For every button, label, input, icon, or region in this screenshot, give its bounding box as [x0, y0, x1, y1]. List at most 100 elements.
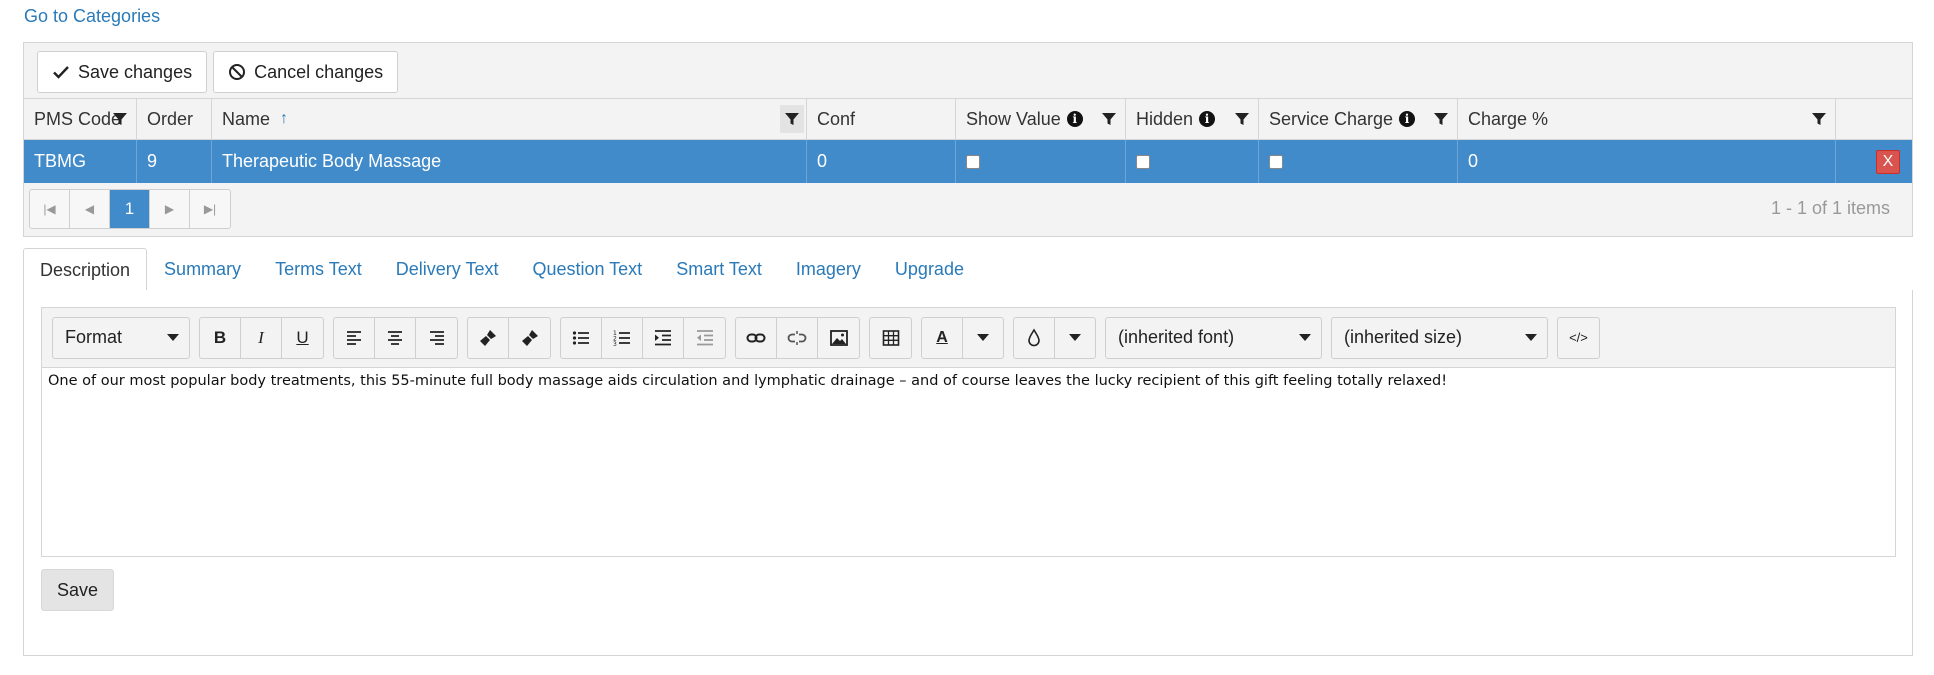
cell-name[interactable]: Therapeutic Body Massage	[212, 140, 807, 183]
column-header-conf[interactable]: Conf	[807, 99, 956, 139]
cell-charge-pct[interactable]: 0	[1458, 140, 1836, 183]
alignment-group	[333, 316, 458, 359]
font-family-dropdown[interactable]: (inherited font)	[1105, 316, 1322, 359]
font-family-label: (inherited font)	[1118, 327, 1235, 347]
column-label-hidden: Hidden	[1136, 108, 1194, 129]
tab-upgrade[interactable]: Upgrade	[878, 248, 981, 291]
description-editor[interactable]: One of our most popular body treatments,…	[41, 367, 1896, 557]
first-page-icon[interactable]: |◀	[30, 190, 70, 228]
save-button[interactable]: Save	[41, 569, 114, 611]
align-center-button[interactable]	[375, 317, 416, 358]
align-left-icon	[347, 330, 361, 345]
align-right-icon	[429, 330, 444, 345]
insert-table-button[interactable]	[870, 318, 911, 358]
font-color-dropdown[interactable]	[963, 318, 1003, 358]
list-group: 123	[560, 316, 726, 359]
delete-row-button[interactable]: X	[1876, 149, 1900, 174]
next-page-icon[interactable]: ▶	[150, 190, 190, 228]
cell-show-value	[956, 140, 1126, 183]
content-tabs: Description Summary Terms Text Delivery …	[23, 248, 1913, 292]
info-icon[interactable]: i	[1066, 111, 1083, 127]
save-changes-label: Save changes	[78, 61, 193, 82]
column-label-charge-pct: Charge %	[1468, 108, 1549, 129]
pager: |◀ ◀ 1 ▶ ▶| 1 - 1 of 1 items	[24, 183, 1912, 235]
svg-text:3: 3	[613, 341, 617, 348]
align-left-button[interactable]	[334, 317, 375, 358]
tab-description[interactable]: Description	[23, 248, 148, 292]
font-color-group: A	[921, 316, 1004, 359]
table-icon	[882, 329, 899, 346]
editor-toolbar: Format B I U 1 2 3 A (inherited font) (i…	[41, 307, 1896, 367]
font-size-dropdown[interactable]: (inherited size)	[1331, 316, 1548, 359]
prev-page-icon[interactable]: ◀	[70, 190, 110, 228]
format-dropdown[interactable]: Format	[52, 316, 190, 359]
cell-actions: X	[1836, 140, 1912, 183]
numbered-list-icon: 123	[613, 330, 630, 348]
tab-smart-text[interactable]: Smart Text	[659, 248, 779, 291]
column-header-hidden[interactable]: Hidden i	[1126, 99, 1259, 139]
hidden-checkbox[interactable]	[1136, 154, 1150, 169]
tab-delivery-text[interactable]: Delivery Text	[379, 248, 516, 291]
bulleted-list-button[interactable]	[561, 317, 602, 358]
page-number-button[interactable]: 1	[110, 190, 150, 228]
bold-button[interactable]: B	[200, 317, 241, 358]
filter-icon[interactable]	[1433, 111, 1449, 127]
format-painter-group	[467, 316, 551, 359]
column-header-order[interactable]: Order	[137, 99, 212, 139]
indent-button[interactable]	[643, 317, 684, 358]
background-color-dropdown[interactable]	[1055, 318, 1095, 358]
font-color-button[interactable]: A	[922, 317, 963, 358]
check-icon	[53, 66, 69, 79]
html-group: </>	[1557, 316, 1600, 359]
column-label-show-value: Show Value	[966, 108, 1061, 129]
table-row[interactable]: TBMG 9 Therapeutic Body Massage 0 0 X	[24, 140, 1912, 183]
copy-format-button[interactable]	[509, 318, 550, 358]
background-color-button[interactable]	[1014, 317, 1055, 358]
save-changes-button[interactable]: Save changes	[37, 51, 208, 93]
go-to-categories-link[interactable]: Go to Categories	[24, 6, 160, 27]
info-icon[interactable]: i	[1199, 111, 1216, 127]
outdent-icon	[696, 329, 713, 345]
link-group	[735, 316, 860, 359]
filter-icon[interactable]	[1811, 111, 1827, 127]
column-header-pms-code[interactable]: PMS Code	[24, 99, 137, 139]
chevron-down-icon	[167, 334, 179, 341]
cell-pms-code[interactable]: TBMG	[24, 140, 137, 183]
tab-summary[interactable]: Summary	[147, 248, 258, 291]
column-header-service-charge[interactable]: Service Charge i	[1259, 99, 1458, 139]
align-right-button[interactable]	[416, 318, 457, 358]
tab-terms-text[interactable]: Terms Text	[258, 248, 379, 291]
cell-order[interactable]: 9	[137, 140, 212, 183]
tab-question-text[interactable]: Question Text	[515, 248, 659, 291]
last-page-icon[interactable]: ▶|	[190, 190, 230, 228]
pager-info: 1 - 1 of 1 items	[1770, 198, 1890, 218]
column-header-show-value[interactable]: Show Value i	[956, 99, 1126, 139]
underline-button[interactable]: U	[282, 318, 323, 358]
show-value-checkbox[interactable]	[966, 154, 980, 169]
text-style-group: B I U	[199, 316, 324, 359]
outdent-button[interactable]	[684, 318, 725, 358]
filter-icon[interactable]	[112, 111, 128, 127]
numbered-list-button[interactable]: 123	[602, 317, 643, 358]
brush-icon	[521, 329, 538, 346]
cell-conf[interactable]: 0	[807, 140, 956, 183]
chevron-down-icon	[1299, 334, 1311, 341]
column-label-conf: Conf	[817, 108, 856, 129]
column-header-charge-pct[interactable]: Charge %	[1458, 99, 1836, 139]
service-charge-checkbox[interactable]	[1269, 154, 1283, 169]
chevron-down-icon	[1525, 334, 1537, 341]
info-icon[interactable]: i	[1399, 111, 1416, 127]
column-header-actions	[1836, 99, 1912, 139]
filter-icon[interactable]	[780, 105, 804, 133]
column-header-name[interactable]: Name ↑	[212, 99, 807, 139]
cancel-changes-button[interactable]: Cancel changes	[213, 51, 399, 93]
unlink-button[interactable]	[777, 317, 818, 358]
view-html-button[interactable]: </>	[1558, 318, 1599, 358]
filter-icon[interactable]	[1234, 111, 1250, 127]
insert-image-button[interactable]	[818, 318, 859, 358]
clean-formatting-button[interactable]	[468, 317, 509, 358]
filter-icon[interactable]	[1101, 111, 1117, 127]
italic-button[interactable]: I	[241, 317, 282, 358]
tab-imagery[interactable]: Imagery	[779, 248, 878, 291]
insert-link-button[interactable]	[736, 317, 777, 358]
